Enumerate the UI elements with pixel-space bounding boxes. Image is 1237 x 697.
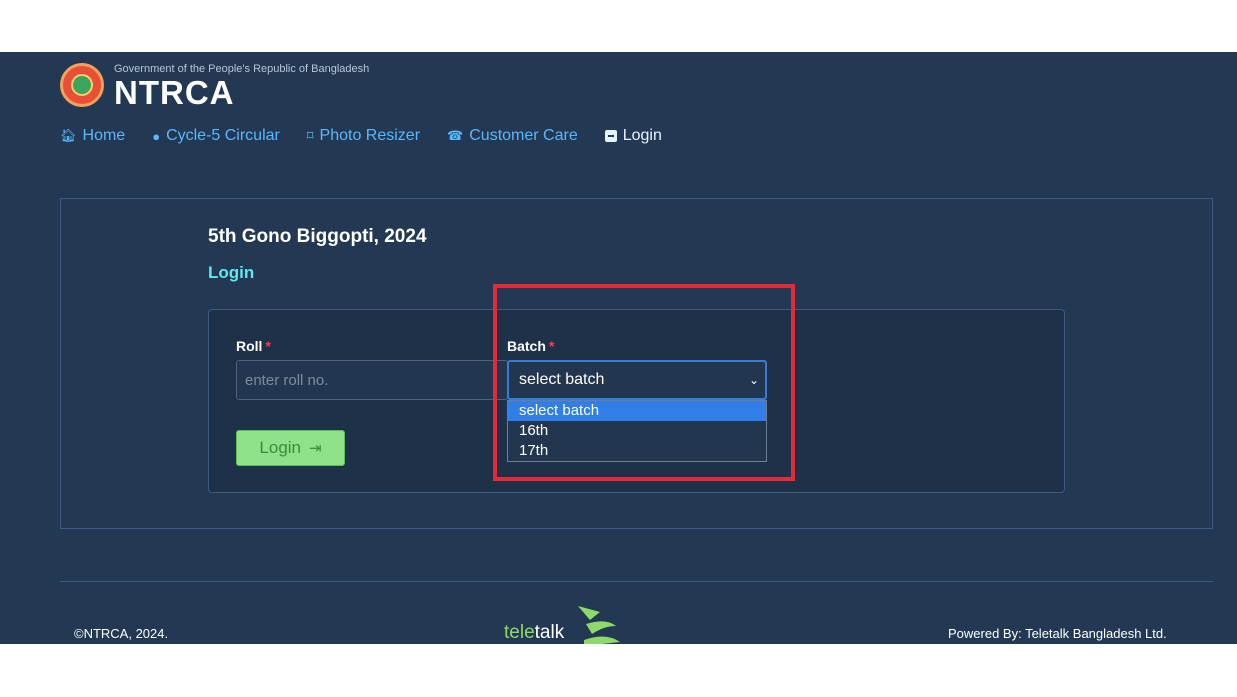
login-box-icon [604,130,617,142]
batch-label: Batch * [507,338,554,354]
crop-icon: ⌑ [306,128,314,143]
teletalk-part2: talk [534,622,565,643]
page-subtitle: Login [208,263,255,282]
copyright: ©NTRCA, 2024. [74,626,169,641]
chevron-down-icon: ⌄ [748,373,759,387]
nav-item-customer-care[interactable]: ☎ Customer Care [447,127,578,145]
nav-item-home[interactable]: 🏠︎ Home [60,127,125,145]
required-mark: * [548,338,555,354]
batch-option-16th[interactable]: 16th [508,421,766,441]
nav-item-photo-resizer[interactable]: ⌑ Photo Resizer [307,127,420,145]
login-button-label: Login [259,438,302,457]
batch-option-select-batch[interactable]: select batch [508,401,766,421]
batch-select[interactable]: select batch ⌄ [507,360,767,400]
login-form: Roll* Batch* select batch ⌄ select batch… [208,309,1065,493]
phone-icon: ☎ [447,128,464,143]
teletalk-part1: tele [504,622,535,643]
sign-in-icon: ⇥ [309,440,322,457]
home-icon: 🏠︎ [60,128,77,143]
powered-by: Powered By: Teletalk Bangladesh Ltd. [948,626,1167,641]
nav-item-label: Cycle-5 Circular [166,127,280,144]
batch-option-17th[interactable]: 17th [508,441,766,461]
roll-input[interactable] [236,360,508,400]
teletalk-wordmark: teletalk [504,622,564,644]
brand[interactable]: Government of the People's Republic of B… [60,63,369,110]
roll-label: Roll * [236,338,271,354]
nav-item-label: Photo Resizer [319,127,421,144]
page-title: 5th Gono Biggopti, 2024 [208,226,427,247]
nav-item-label: Login [622,127,662,144]
teletalk-mark-icon [578,606,620,644]
footer-divider [60,581,1213,582]
top-nav: 🏠︎ Home ● Cycle-5 Circular ⌑ Photo Resiz… [60,127,689,145]
batch-dropdown: select batch 16th 17th [507,400,767,462]
required-mark: * [265,338,271,354]
batch-select-value: select batch [519,371,605,388]
nav-item-label: Customer Care [469,127,578,144]
info-circle-icon: ● [152,128,161,144]
batch-label-text: Batch [507,338,546,354]
login-card: 5th Gono Biggopti, 2024 Login Roll* Batc… [60,198,1213,529]
roll-label-text: Roll [236,338,263,354]
nav-item-label: Home [82,127,126,144]
org-name: NTRCA [114,74,235,111]
nav-item-login[interactable]: Login [604,127,662,145]
nav-item-cycle-5-circular[interactable]: ● Cycle-5 Circular [152,127,280,145]
app-window: Government of the People's Republic of B… [0,52,1237,644]
login-button[interactable]: Login ⇥ [236,430,345,466]
ntrca-emblem-icon [60,63,104,107]
